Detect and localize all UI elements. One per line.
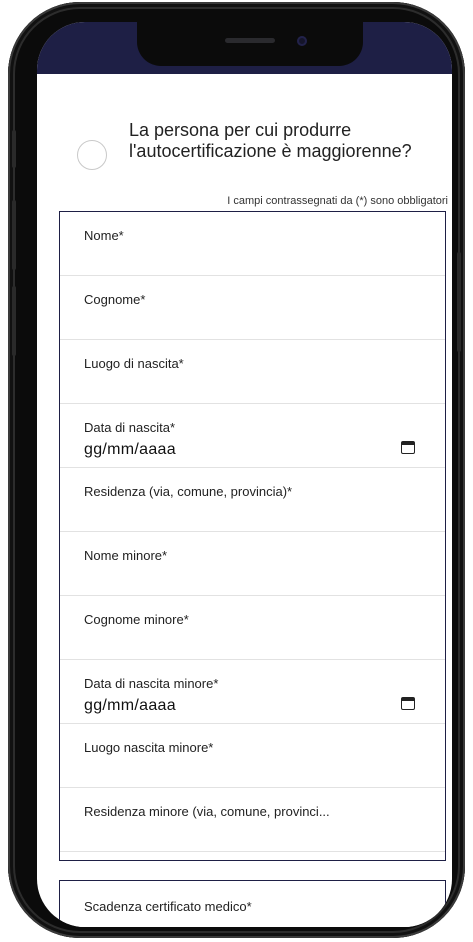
field-label: Residenza (via, comune, provincia)* xyxy=(84,484,293,499)
adult-question-label: La persona per cui produrre l'autocertif… xyxy=(129,120,429,162)
volume-down-button xyxy=(12,286,16,356)
volume-up-button xyxy=(12,200,16,270)
field-cognome[interactable]: Cognome* xyxy=(60,276,445,340)
required-fields-note: I campi contrassegnati da (*) sono obbli… xyxy=(227,195,448,207)
phone-frame: La persona per cui produrre l'autocertif… xyxy=(8,2,465,938)
field-data-nascita-minore[interactable]: Data di nascita minore* gg/mm/aaaa xyxy=(60,660,445,724)
field-data-nascita[interactable]: Data di nascita* gg/mm/aaaa xyxy=(60,404,445,468)
date-input-value[interactable]: gg/mm/aaaa xyxy=(84,441,176,459)
power-button xyxy=(457,252,461,352)
adult-radio-button[interactable] xyxy=(77,140,107,170)
field-label: Nome* xyxy=(84,228,124,243)
field-label: Residenza minore (via, comune, provinci.… xyxy=(84,804,330,819)
field-nome[interactable]: Nome* xyxy=(60,212,445,276)
silent-switch xyxy=(12,130,16,168)
phone-screen: La persona per cui produrre l'autocertif… xyxy=(37,22,452,927)
question-line-1: La persona per cui produrre xyxy=(129,120,352,140)
field-label: Data di nascita* xyxy=(84,420,176,435)
field-label: Nome minore* xyxy=(84,548,168,563)
field-label: Cognome* xyxy=(84,292,146,307)
field-luogo-nascita[interactable]: Luogo di nascita* xyxy=(60,340,445,404)
field-label: Cognome minore* xyxy=(84,612,189,627)
speaker-grille xyxy=(225,38,275,43)
notch xyxy=(137,22,363,66)
field-nome-minore[interactable]: Nome minore* xyxy=(60,532,445,596)
front-camera-icon xyxy=(297,36,307,46)
calendar-icon[interactable] xyxy=(401,441,415,454)
field-label: Data di nascita minore* xyxy=(84,676,219,691)
field-label: Luogo nascita minore* xyxy=(84,740,214,755)
field-luogo-nascita-minore[interactable]: Luogo nascita minore* xyxy=(60,724,445,788)
field-residenza[interactable]: Residenza (via, comune, provincia)* xyxy=(60,468,445,532)
field-label: Luogo di nascita* xyxy=(84,356,184,371)
field-residenza-minore[interactable]: Residenza minore (via, comune, provinci.… xyxy=(60,788,445,852)
question-line-2: l'autocertificazione è maggiorenne? xyxy=(129,141,412,161)
calendar-icon[interactable] xyxy=(401,697,415,710)
medical-certificate-box[interactable]: Scadenza certificato medico* xyxy=(59,880,446,927)
date-input-value[interactable]: gg/mm/aaaa xyxy=(84,697,176,715)
field-cognome-minore[interactable]: Cognome minore* xyxy=(60,596,445,660)
form-box: Nome* Cognome* Luogo di nascita* Data di… xyxy=(59,211,446,861)
field-label: Scadenza certificato medico* xyxy=(84,899,252,914)
